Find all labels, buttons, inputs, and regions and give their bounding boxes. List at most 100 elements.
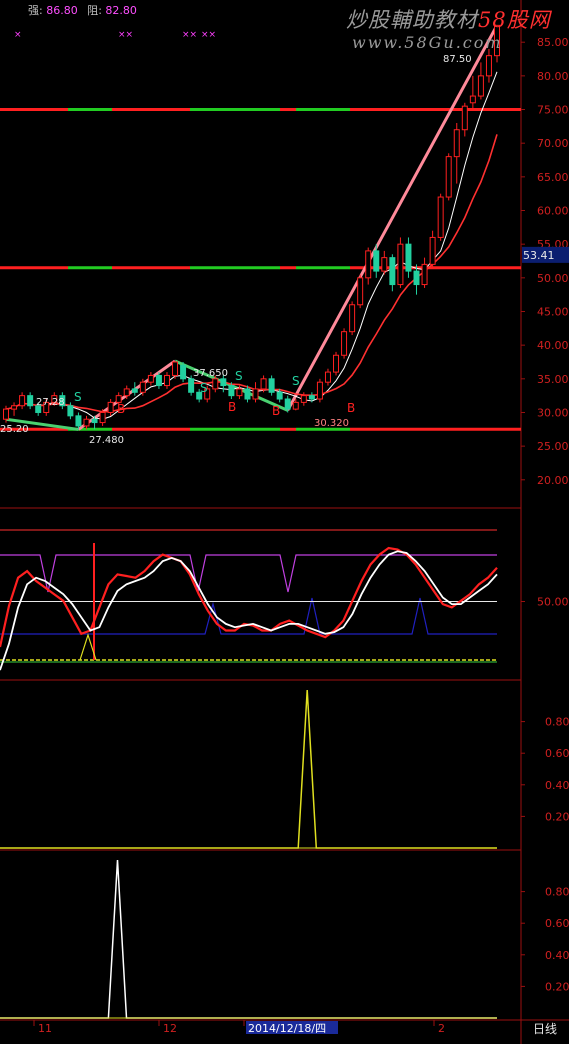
signal-tick-label: 0.60: [545, 747, 569, 760]
candle: [421, 257, 428, 288]
candle-body: [236, 388, 243, 397]
candle-body: [220, 378, 227, 387]
candle-body: [357, 277, 364, 306]
candle-body: [405, 243, 412, 272]
osc-navy-line: [0, 597, 497, 635]
candle-body: [67, 405, 74, 417]
candle-body: [276, 391, 283, 400]
candle-body: [268, 378, 275, 393]
peak-annotation: 37.650: [193, 368, 228, 379]
candle-body: [75, 415, 82, 427]
candle-body: [389, 257, 396, 286]
candle-body: [107, 401, 114, 413]
candle-body: [228, 385, 235, 397]
candle-body: [445, 156, 452, 198]
candle: [469, 75, 476, 110]
candle: [405, 237, 412, 278]
candle-body: [316, 381, 323, 400]
candle: [147, 372, 154, 386]
time-tick-label: 11: [38, 1022, 52, 1035]
candle: [107, 399, 114, 416]
watermark-brand: 58股网: [478, 8, 551, 32]
price-tick-label: 50.00: [537, 272, 569, 285]
candle-body: [131, 388, 138, 393]
candle-body: [421, 263, 428, 286]
candle: [324, 368, 331, 386]
candle: [163, 372, 170, 389]
buy-signal: B: [347, 401, 355, 415]
x-marker: ××: [182, 30, 198, 40]
candle-body: [300, 395, 307, 403]
candle-body: [413, 270, 420, 286]
price-tick-label: 85.00: [537, 36, 569, 49]
candle-body: [19, 395, 26, 407]
candle: [131, 382, 138, 396]
buy-signal: B: [272, 404, 280, 418]
time-tick-label: 2: [438, 1022, 445, 1035]
trend-segment: [286, 24, 499, 412]
period-label[interactable]: 日线: [533, 1020, 557, 1037]
buy-signal: B: [228, 400, 236, 414]
price-tick-label: 60.00: [537, 205, 569, 218]
candle: [485, 48, 492, 83]
x-marker: ×: [14, 30, 22, 40]
candle-body: [461, 105, 468, 131]
chart-header: 强: 86.80 阻: 82.80: [28, 4, 137, 17]
candle-body: [3, 408, 9, 420]
strong-value: 86.80: [46, 4, 78, 17]
candle-body: [324, 371, 331, 383]
candle-body: [83, 418, 90, 427]
candle-body: [469, 95, 476, 104]
x-marker: ××: [118, 30, 134, 40]
candle-body: [349, 304, 356, 333]
price-tick-label: 80.00: [537, 70, 569, 83]
candle: [83, 415, 90, 430]
price-tick-label: 35.00: [537, 373, 569, 386]
candle-body: [308, 395, 315, 400]
start-annotation: 25.20: [0, 424, 29, 435]
candle-body: [212, 378, 219, 390]
signal-tick-label: 0.80: [545, 716, 569, 729]
candle-body: [341, 331, 348, 356]
signal-tick-label: 0.20: [545, 980, 569, 993]
price-tick-label: 45.00: [537, 305, 569, 318]
time-tick-label: 12: [163, 1022, 177, 1035]
candle-body: [244, 388, 251, 400]
candle-body: [397, 243, 404, 286]
candle-body: [485, 55, 492, 77]
price-tick-label: 20.00: [537, 474, 569, 487]
candle: [437, 193, 444, 241]
signal-tick-label: 0.40: [545, 949, 569, 962]
candle-body: [381, 257, 388, 272]
strong-label: 强: [28, 4, 39, 17]
sell-signal: S: [292, 374, 300, 388]
watermark-logo: 炒股輔助教材58股网: [346, 4, 551, 34]
candle: [11, 402, 18, 416]
price-tick-label: 75.00: [537, 104, 569, 117]
sell-signal: S: [235, 369, 243, 383]
candle: [316, 378, 323, 403]
sell-signal: S: [200, 381, 208, 395]
price-tick-label: 30.00: [537, 406, 569, 419]
candle-body: [180, 364, 187, 380]
candle-body: [91, 418, 98, 424]
candle: [389, 254, 396, 292]
candle: [429, 230, 436, 268]
candle-body: [27, 395, 34, 407]
price-tick-label: 65.00: [537, 171, 569, 184]
resist-label: 阻: [87, 4, 99, 17]
trough-annotation: 30.320: [314, 418, 349, 429]
osc-tick-label: 50.00: [537, 596, 569, 609]
candle-body: [453, 129, 460, 158]
x-marker: ××: [201, 30, 217, 40]
candle: [365, 247, 372, 285]
signal-tick-label: 0.80: [545, 886, 569, 899]
candle-body: [155, 374, 162, 387]
signal-line: [0, 859, 497, 1019]
candle-body: [147, 374, 154, 383]
candle-body: [292, 401, 299, 410]
candle-body: [123, 388, 130, 397]
high-label: 87.50: [443, 54, 472, 65]
current-price-label: 53.41: [523, 249, 555, 262]
candle-body: [365, 250, 372, 279]
